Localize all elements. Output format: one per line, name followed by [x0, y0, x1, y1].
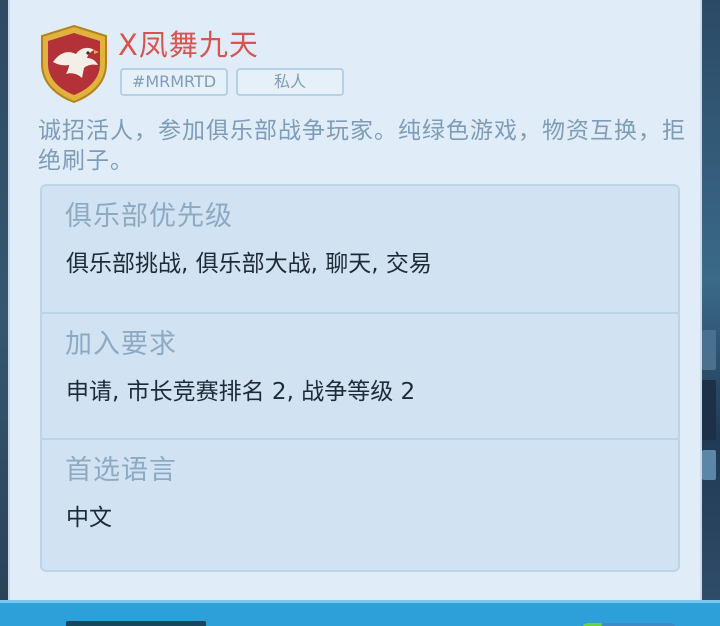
club-description: 诚招活人，参加俱乐部战争玩家。纯绿色游戏，物资互换，拒绝刷子。: [38, 118, 686, 174]
bottom-bar-label: [66, 621, 206, 626]
background-decoration: [702, 450, 716, 480]
priority-section: 俱乐部优先级 俱乐部挑战, 俱乐部大战, 聊天, 交易: [42, 186, 678, 313]
club-tag-badge: #MRMRTD: [120, 68, 228, 96]
eagle-shield-icon: [41, 24, 107, 104]
club-info-panel: X凤舞九天 #MRMRTD 私人 诚招活人，参加俱乐部战争玩家。纯绿色游戏，物资…: [8, 0, 702, 600]
background-decoration: [702, 380, 716, 440]
language-section: 首选语言 中文: [42, 438, 678, 567]
background-decoration: [702, 330, 716, 370]
requirements-section: 加入要求 申请, 市长竞赛排名 2, 战争等级 2: [42, 312, 678, 441]
game-background-left: [0, 0, 8, 626]
bottom-action-bar[interactable]: [0, 600, 720, 626]
language-value: 中文: [66, 505, 112, 531]
requirements-value: 申请, 市长竞赛排名 2, 战争等级 2: [66, 379, 416, 405]
club-type-badge: 私人: [236, 68, 344, 96]
language-title: 首选语言: [65, 455, 177, 486]
priority-title: 俱乐部优先级: [65, 201, 233, 232]
club-details-box: 俱乐部优先级 俱乐部挑战, 俱乐部大战, 聊天, 交易 加入要求 申请, 市长竞…: [40, 184, 680, 572]
requirements-title: 加入要求: [65, 329, 177, 360]
club-name: X凤舞九天: [118, 28, 259, 62]
priority-value: 俱乐部挑战, 俱乐部大战, 聊天, 交易: [66, 251, 432, 277]
